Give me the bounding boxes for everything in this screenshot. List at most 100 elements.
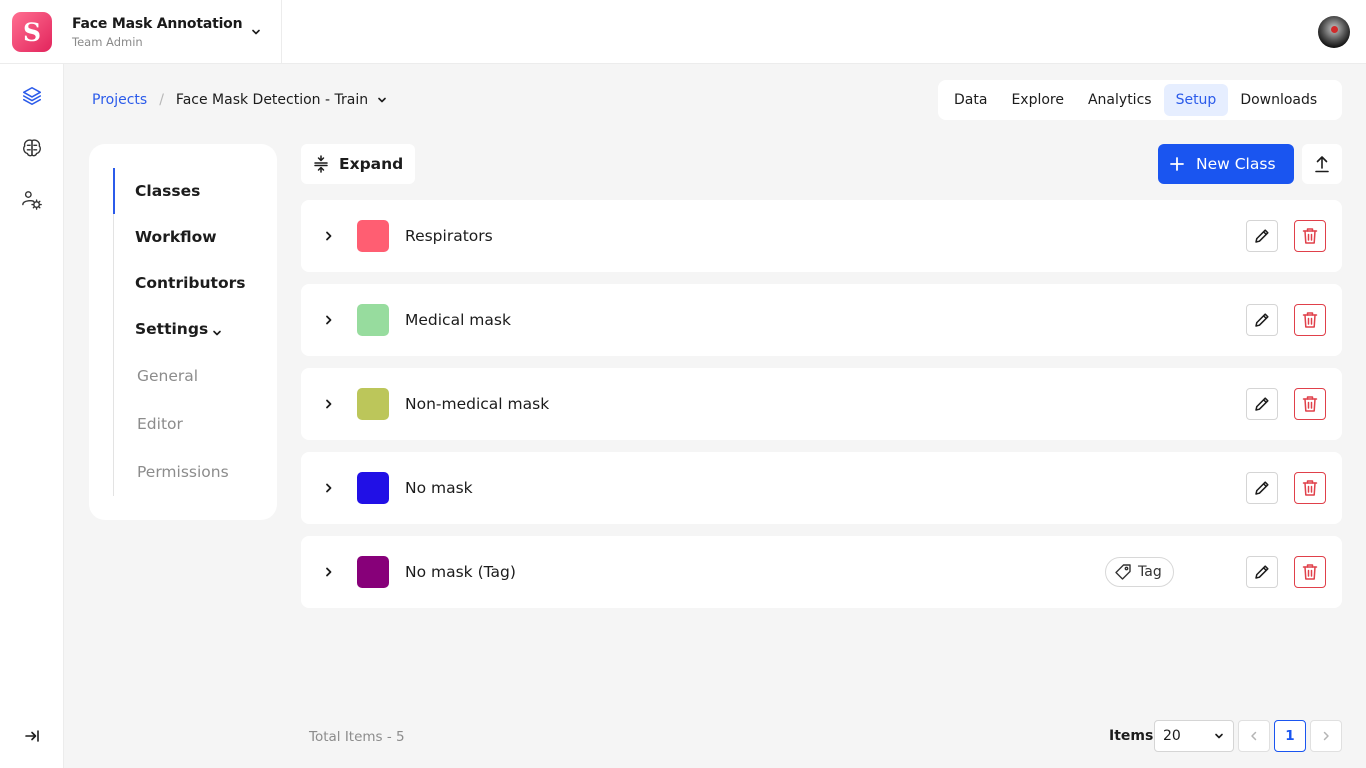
delete-class-button[interactable]: [1294, 304, 1326, 336]
rail-projects-button[interactable]: [20, 84, 44, 108]
pencil-icon: [1255, 313, 1269, 327]
brain-icon: [23, 139, 41, 157]
settings-expand-toggle[interactable]: [211, 324, 223, 343]
nav-item-contributors[interactable]: Contributors: [135, 272, 245, 294]
workspace-name: Face Mask Annotation: [72, 16, 243, 32]
workspace-role: Team Admin: [72, 35, 143, 49]
prev-page-button[interactable]: [1238, 720, 1270, 752]
breadcrumb-separator: /: [159, 92, 164, 108]
class-color-swatch: [357, 304, 389, 336]
page-size-select[interactable]: 20: [1154, 720, 1234, 752]
trash-icon: [1302, 564, 1318, 580]
trash-icon: [1302, 312, 1318, 328]
class-color-swatch: [357, 220, 389, 252]
class-color-swatch: [357, 472, 389, 504]
edit-class-button[interactable]: [1246, 304, 1278, 336]
pencil-icon: [1255, 229, 1269, 243]
new-class-label: New Class: [1196, 155, 1276, 173]
chevron-down-icon: [1215, 733, 1223, 739]
row-expand-toggle[interactable]: [321, 310, 337, 330]
trash-icon: [1302, 228, 1318, 244]
row-expand-toggle[interactable]: [321, 226, 337, 246]
project-switcher-toggle[interactable]: [376, 94, 388, 106]
class-color-swatch: [357, 388, 389, 420]
tag-icon: [1115, 564, 1131, 580]
workspace-dropdown-toggle[interactable]: [246, 20, 266, 44]
expand-button[interactable]: Expand: [301, 144, 415, 184]
tag-badge: Tag: [1105, 557, 1174, 587]
tab-explore[interactable]: Explore: [999, 84, 1076, 116]
total-items-label: Total Items - 5: [309, 729, 405, 745]
class-name: No mask: [405, 479, 473, 497]
chevron-right-icon: [326, 483, 332, 493]
row-expand-toggle[interactable]: [321, 394, 337, 414]
trash-icon: [1302, 480, 1318, 496]
class-color-swatch: [357, 556, 389, 588]
class-row[interactable]: No mask (Tag) Tag: [301, 536, 1342, 608]
edit-class-button[interactable]: [1246, 556, 1278, 588]
items-per-page-label: Items: [1109, 728, 1154, 744]
nav-subitem-permissions[interactable]: Permissions: [137, 461, 229, 483]
workspace-switcher[interactable]: Face Mask Annotation Team Admin: [72, 14, 243, 50]
chevron-left-icon: [1251, 731, 1257, 741]
tab-data[interactable]: Data: [942, 84, 999, 116]
expand-label: Expand: [339, 155, 404, 173]
trash-icon: [1302, 396, 1318, 412]
rail-team-settings-button[interactable]: [20, 188, 44, 212]
next-page-button[interactable]: [1310, 720, 1342, 752]
chevron-right-icon: [1323, 731, 1329, 741]
upload-button[interactable]: [1302, 144, 1342, 184]
chevron-down-icon: [213, 330, 221, 336]
delete-class-button[interactable]: [1294, 388, 1326, 420]
collapse-sidebar-button[interactable]: [20, 724, 44, 748]
edit-class-button[interactable]: [1246, 472, 1278, 504]
plus-icon: [1170, 157, 1184, 171]
breadcrumb-current-project[interactable]: Face Mask Detection - Train: [176, 92, 368, 108]
class-name: Non-medical mask: [405, 395, 550, 413]
chevron-down-icon: [252, 29, 260, 35]
pencil-icon: [1255, 397, 1269, 411]
tab-downloads[interactable]: Downloads: [1228, 84, 1329, 116]
chevron-right-icon: [326, 567, 332, 577]
edit-class-button[interactable]: [1246, 388, 1278, 420]
nav-subitem-editor[interactable]: Editor: [137, 413, 183, 435]
app-logo[interactable]: S: [12, 12, 52, 52]
class-row[interactable]: Respirators: [301, 200, 1342, 272]
delete-class-button[interactable]: [1294, 472, 1326, 504]
nav-item-workflow[interactable]: Workflow: [135, 226, 217, 248]
tab-analytics[interactable]: Analytics: [1076, 84, 1164, 116]
class-row[interactable]: No mask: [301, 452, 1342, 524]
top-bar: S Face Mask Annotation Team Admin: [0, 0, 1366, 64]
nav-active-indicator: [113, 168, 115, 214]
edit-class-button[interactable]: [1246, 220, 1278, 252]
tag-label: Tag: [1138, 564, 1162, 580]
layers-icon: [22, 86, 42, 106]
pencil-icon: [1255, 481, 1269, 495]
breadcrumb: Projects / Face Mask Detection - Train: [92, 90, 388, 110]
row-expand-toggle[interactable]: [321, 562, 337, 582]
nav-subitem-general[interactable]: General: [137, 365, 198, 387]
breadcrumb-projects-link[interactable]: Projects: [92, 92, 147, 108]
nav-track: [113, 168, 114, 496]
class-name: Medical mask: [405, 311, 511, 329]
row-expand-toggle[interactable]: [321, 478, 337, 498]
chevron-right-icon: [326, 231, 332, 241]
nav-item-settings[interactable]: Settings: [135, 318, 208, 340]
nav-item-classes[interactable]: Classes: [135, 180, 200, 202]
chevron-right-icon: [326, 399, 332, 409]
tab-setup[interactable]: Setup: [1163, 84, 1229, 116]
delete-class-button[interactable]: [1294, 220, 1326, 252]
class-row[interactable]: Non-medical mask: [301, 368, 1342, 440]
expand-vertical-icon: [314, 155, 328, 173]
pencil-icon: [1255, 565, 1269, 579]
delete-class-button[interactable]: [1294, 556, 1326, 588]
new-class-button[interactable]: New Class: [1158, 144, 1294, 184]
class-name: No mask (Tag): [405, 563, 516, 581]
user-avatar[interactable]: [1318, 16, 1350, 48]
page-number-button[interactable]: 1: [1274, 720, 1306, 752]
project-tabs: Data Explore Analytics Setup Downloads: [938, 80, 1342, 120]
class-row[interactable]: Medical mask: [301, 284, 1342, 356]
upload-icon: [1315, 156, 1329, 173]
users-settings-icon: [22, 191, 42, 210]
rail-models-button[interactable]: [20, 136, 44, 160]
